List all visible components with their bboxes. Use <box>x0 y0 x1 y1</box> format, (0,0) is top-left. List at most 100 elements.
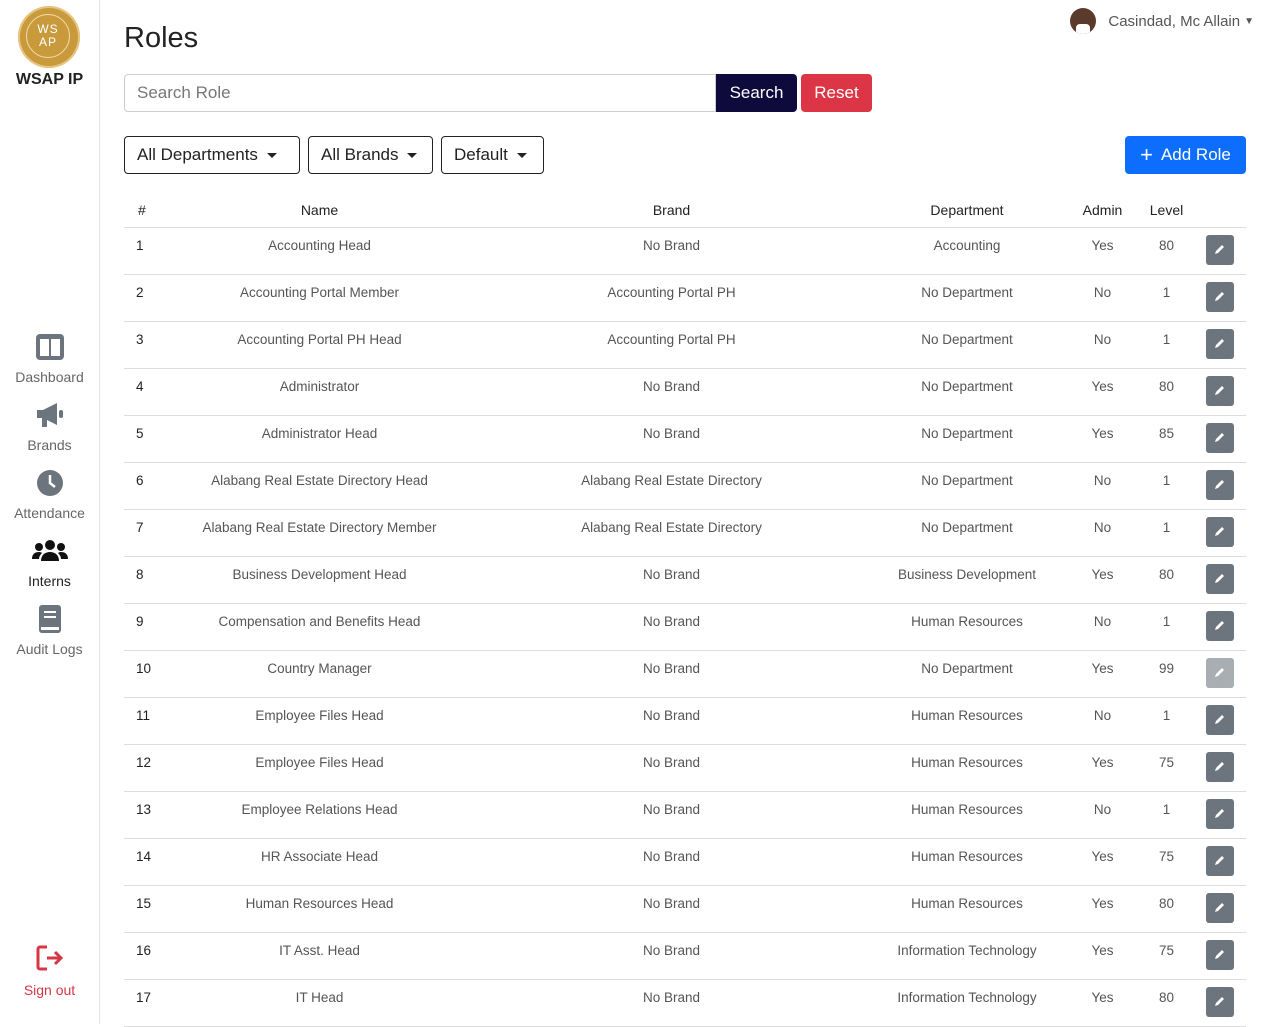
role-admin: No <box>1066 509 1139 557</box>
nav-attendance[interactable]: Attendance <box>0 469 99 521</box>
edit-role-button[interactable] <box>1206 987 1234 1017</box>
role-admin: Yes <box>1066 744 1139 792</box>
role-admin: Yes <box>1066 227 1139 275</box>
edit-role-button[interactable] <box>1206 376 1234 406</box>
role-name: Employee Relations Head <box>164 791 475 839</box>
role-brand: No Brand <box>475 415 868 463</box>
role-admin: Yes <box>1066 932 1139 980</box>
row-number: 8 <box>124 556 164 604</box>
role-level: 80 <box>1139 368 1194 416</box>
plus-icon: + <box>1140 142 1153 167</box>
nav-brands[interactable]: Brands <box>0 401 99 453</box>
pencil-icon <box>1215 621 1224 630</box>
table-row: 15 Human Resources Head No Brand Human Reso… <box>124 885 1246 933</box>
row-actions <box>1194 274 1246 322</box>
edit-role-button[interactable] <box>1206 705 1234 735</box>
search-input[interactable] <box>124 74 716 112</box>
role-level: 80 <box>1139 556 1194 604</box>
sign-out-label: Sign out <box>23 982 76 998</box>
role-name: Employee Files Head <box>164 744 475 792</box>
row-actions <box>1194 697 1246 745</box>
role-brand: Accounting Portal PH <box>475 321 868 369</box>
edit-role-button[interactable] <box>1206 329 1234 359</box>
role-brand: Alabang Real Estate Directory <box>475 509 868 557</box>
column-header-level[interactable]: Level <box>1139 192 1194 228</box>
role-level: 1 <box>1139 321 1194 369</box>
sort-dropdown[interactable]: Default <box>441 136 544 174</box>
table-row: 12 Employee Files Head No Brand Human Resou… <box>124 744 1246 792</box>
role-department: Human Resources <box>868 791 1066 839</box>
reset-button[interactable]: Reset <box>801 74 872 112</box>
nav-audit-logs[interactable]: Audit Logs <box>0 605 99 657</box>
role-level: 80 <box>1139 227 1194 275</box>
table-row: 13 Employee Relations Head No Brand Human R… <box>124 791 1246 839</box>
column-header-number[interactable]: # <box>124 192 164 228</box>
edit-role-button[interactable] <box>1206 893 1234 923</box>
role-level: 80 <box>1139 979 1194 1027</box>
nav-interns[interactable]: Interns <box>0 537 99 589</box>
role-level: 1 <box>1139 274 1194 322</box>
role-department: Business Development <box>868 556 1066 604</box>
role-name: Business Development Head <box>164 556 475 604</box>
department-filter-dropdown[interactable]: All Departments <box>124 136 300 174</box>
edit-role-button[interactable] <box>1206 564 1234 594</box>
role-department: Human Resources <box>868 697 1066 745</box>
role-name: Employee Files Head <box>164 697 475 745</box>
role-brand: No Brand <box>475 885 868 933</box>
row-number: 1 <box>124 227 164 275</box>
role-brand: No Brand <box>475 979 868 1027</box>
role-level: 99 <box>1139 650 1194 698</box>
role-department: No Department <box>868 650 1066 698</box>
edit-role-button[interactable] <box>1206 611 1234 641</box>
edit-role-button[interactable] <box>1206 752 1234 782</box>
edit-role-button[interactable] <box>1206 517 1234 547</box>
column-header-brand[interactable]: Brand <box>475 192 868 228</box>
users-icon <box>31 540 68 561</box>
edit-role-button[interactable] <box>1206 799 1234 829</box>
add-role-label: Add Role <box>1160 145 1231 164</box>
role-name: Alabang Real Estate Directory Member <box>164 509 475 557</box>
table-row: 10 Country Manager No Brand No Department Ye… <box>124 650 1246 698</box>
role-brand: No Brand <box>475 556 868 604</box>
app-logo[interactable]: WS AP <box>18 6 80 68</box>
edit-role-button[interactable] <box>1206 846 1234 876</box>
row-actions <box>1194 509 1246 557</box>
brand-filter-dropdown[interactable]: All Brands <box>308 136 433 174</box>
role-admin: Yes <box>1066 650 1139 698</box>
row-number: 5 <box>124 415 164 463</box>
add-role-button[interactable]: + Add Role <box>1125 136 1246 174</box>
row-actions <box>1194 650 1246 698</box>
role-brand: Accounting Portal PH <box>475 274 868 322</box>
column-header-department[interactable]: Department <box>868 192 1066 228</box>
edit-role-button[interactable] <box>1206 423 1234 453</box>
row-number: 11 <box>124 697 164 745</box>
row-actions <box>1194 415 1246 463</box>
role-admin: No <box>1066 321 1139 369</box>
edit-role-button <box>1206 658 1234 688</box>
pencil-icon <box>1215 762 1224 771</box>
row-number: 9 <box>124 603 164 651</box>
role-brand: No Brand <box>475 838 868 886</box>
nav-dashboard[interactable]: Dashboard <box>0 333 99 385</box>
edit-role-button[interactable] <box>1206 940 1234 970</box>
role-department: No Department <box>868 368 1066 416</box>
role-level: 1 <box>1139 509 1194 557</box>
table-header-row: # Name Brand Department Admin Level <box>124 192 1246 228</box>
column-header-admin[interactable]: Admin <box>1066 192 1139 228</box>
row-number: 3 <box>124 321 164 369</box>
role-level: 1 <box>1139 791 1194 839</box>
user-menu[interactable]: Casindad, Mc Allain ▼ <box>1070 8 1254 34</box>
edit-role-button[interactable] <box>1206 235 1234 265</box>
pencil-icon <box>1215 903 1224 912</box>
column-header-name[interactable]: Name <box>164 192 475 228</box>
row-number: 13 <box>124 791 164 839</box>
role-name: Alabang Real Estate Directory Head <box>164 462 475 510</box>
sign-out-button[interactable]: Sign out <box>0 944 99 998</box>
role-brand: No Brand <box>475 744 868 792</box>
edit-role-button[interactable] <box>1206 282 1234 312</box>
pencil-icon <box>1215 480 1224 489</box>
role-admin: Yes <box>1066 838 1139 886</box>
search-button[interactable]: Search <box>716 74 797 112</box>
edit-role-button[interactable] <box>1206 470 1234 500</box>
table-row: 14 HR Associate Head No Brand Human Resourc… <box>124 838 1246 886</box>
